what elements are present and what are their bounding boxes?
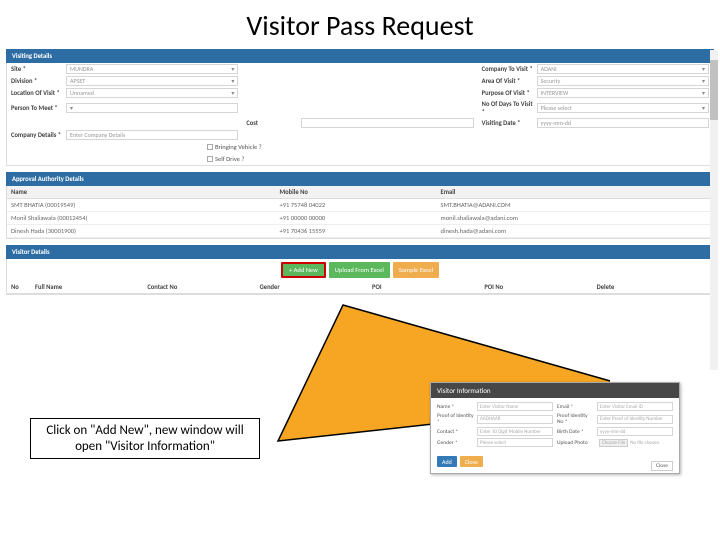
visitor-table-header: No Full Name Contact No Gender POI POI N… <box>7 281 713 294</box>
modal-birthdate-input[interactable]: yyyy-mm-dd <box>597 427 673 436</box>
modal-birthdate-label: Birth Date * <box>557 429 595 435</box>
modal-poi-label: Proof of Identity * <box>437 413 475 425</box>
upload-excel-button[interactable]: Upload From Excel <box>329 262 390 278</box>
self-drive-label: Self Drive ? <box>215 155 245 163</box>
col-name: Name <box>11 188 279 196</box>
scrollbar-thumb[interactable] <box>710 60 718 120</box>
col-contact: Contact No <box>147 283 259 291</box>
days-label: No Of Days To Visit * <box>482 100 537 116</box>
cell-name: Monil Shaliawala (00012454) <box>11 214 279 222</box>
approval-panel: Name Mobile No Email SMT BHATIA (0001954… <box>6 186 714 239</box>
col-poi: POI <box>372 283 484 291</box>
modal-gender-label: Gender * <box>437 440 475 446</box>
choose-file-button[interactable]: Choose File <box>599 439 628 447</box>
col-delete: Delete <box>597 283 709 291</box>
col-mobile: Mobile No <box>279 188 440 196</box>
modal-add-button[interactable]: Add <box>437 456 457 467</box>
col-no: No <box>11 283 35 291</box>
company-visit-select[interactable]: ADANI <box>537 64 709 74</box>
purpose-label: Purpose Of Visit * <box>482 89 537 97</box>
self-drive-checkbox[interactable]: Self Drive ? <box>207 155 245 163</box>
visitor-details-panel: + Add New Upload From Excel Sample Excel… <box>6 259 714 295</box>
checkbox-icon <box>207 156 213 162</box>
bringing-vehicle-label: Bringing Vehicle ? <box>215 143 262 151</box>
cell-mobile: +91 00000 00000 <box>279 214 440 222</box>
col-fullname: Full Name <box>35 283 147 291</box>
col-poi-no: POI No <box>484 283 596 291</box>
modal-email-input[interactable]: Enter Visitor Email ID <box>597 402 673 411</box>
site-select[interactable]: MUNDRA <box>66 64 238 74</box>
app-frame: Visiting Details Site *MUNDRA Company To… <box>6 49 714 295</box>
person-select[interactable] <box>66 103 238 113</box>
modal-name-label: Name * <box>437 404 475 410</box>
area-label: Area Of Visit * <box>482 77 537 85</box>
file-status: No file chosen <box>630 440 659 446</box>
cell-name: SMT BHATIA (00019549) <box>11 201 279 209</box>
area-select[interactable]: Security <box>537 76 709 86</box>
company-visit-label: Company To Visit * <box>482 65 537 73</box>
purpose-select[interactable]: INTERVIEW <box>537 88 709 98</box>
visiting-date-input[interactable]: yyyy-mm-dd <box>537 118 709 128</box>
modal-upload-label: Upload Photo <box>557 440 595 446</box>
visiting-details-header: Visiting Details <box>6 49 714 63</box>
cell-mobile: +91 70436 15559 <box>279 227 440 235</box>
visiting-date-label: Visiting Date * <box>482 119 537 127</box>
modal-poi-no-label: Proof Identity No * <box>557 413 595 425</box>
modal-upload-wrapper: Choose File No file chosen <box>597 438 673 447</box>
visiting-details-panel: Site *MUNDRA Company To Visit *ADANI Div… <box>6 63 714 166</box>
bringing-vehicle-checkbox[interactable]: Bringing Vehicle ? <box>207 143 262 151</box>
person-label: Person To Meet * <box>11 104 66 112</box>
days-select[interactable]: Please select <box>537 103 709 113</box>
cell-email: dinesh.hada@adani.com <box>441 227 709 235</box>
modal-poi-select[interactable]: AADHAAR <box>477 415 553 424</box>
modal-close-button[interactable]: Close <box>460 456 483 467</box>
col-email: Email <box>441 188 709 196</box>
cell-email: monil.shaliawala@adani.com <box>441 214 709 222</box>
cell-mobile: +91 75748 04022 <box>279 201 440 209</box>
modal-name-input[interactable]: Enter Visitor Name <box>477 402 553 411</box>
modal-close-corner-button[interactable]: Close <box>651 461 673 471</box>
cost-input[interactable] <box>301 118 473 128</box>
table-row: Dinesh Hada (30001900) +91 70436 15559 d… <box>7 225 713 238</box>
table-row: SMT BHATIA (00019549) +91 75748 04022 SM… <box>7 199 713 212</box>
table-row: Monil Shaliawala (00012454) +91 00000 00… <box>7 212 713 225</box>
page-title: Visitor Pass Request <box>0 0 720 49</box>
sample-excel-button[interactable]: Sample Excel <box>393 262 439 278</box>
site-label: Site * <box>11 65 66 73</box>
modal-title: Visitor Information <box>431 383 679 398</box>
add-new-button[interactable]: + Add New <box>281 262 326 278</box>
location-select[interactable]: Unnamed <box>66 88 238 98</box>
modal-poi-no-input[interactable]: Enter Proof of Identity Number <box>597 415 673 424</box>
company-details-input[interactable]: Enter Company Details <box>66 130 238 140</box>
location-label: Location Of Visit * <box>11 89 66 97</box>
cost-label: Cost <box>246 119 301 127</box>
modal-email-label: Email * <box>557 404 595 410</box>
approval-header: Approval Authority Details <box>6 172 714 186</box>
cell-name: Dinesh Hada (30001900) <box>11 227 279 235</box>
instruction-callout: Click on "Add New", new window will open… <box>30 418 260 459</box>
division-select[interactable]: APSET <box>66 76 238 86</box>
visitor-details-header: Visitor Details <box>6 245 714 259</box>
company-details-label: Company Details * <box>11 131 66 139</box>
visitor-info-modal: Visitor Information Name *Enter Visitor … <box>430 382 680 474</box>
scrollbar[interactable] <box>710 50 718 370</box>
modal-contact-label: Contact * <box>437 429 475 435</box>
col-gender: Gender <box>260 283 372 291</box>
cell-email: SMT.BHATIA@ADANI.COM <box>441 201 709 209</box>
checkbox-icon <box>207 144 213 150</box>
modal-gender-select[interactable]: Please select <box>477 438 553 447</box>
division-label: Division * <box>11 77 66 85</box>
modal-contact-input[interactable]: Enter 10 Digit Mobile Number <box>477 427 553 436</box>
